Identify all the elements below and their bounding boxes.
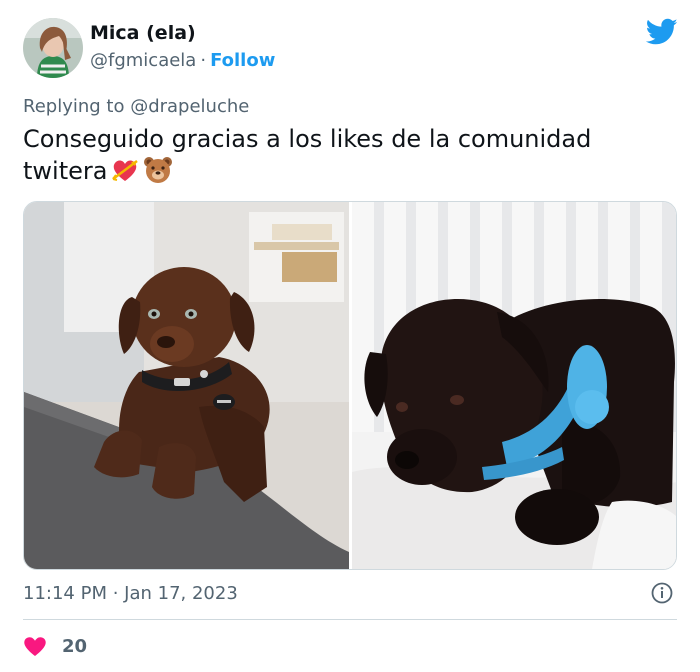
media-grid[interactable] — [23, 201, 677, 570]
info-icon[interactable] — [651, 582, 673, 604]
replying-to[interactable]: Replying to @drapeluche — [23, 96, 249, 117]
author-name[interactable]: Mica (ela) — [90, 22, 196, 44]
separator-dot: · — [200, 50, 207, 71]
twitter-bird-icon[interactable] — [645, 18, 678, 46]
timestamp[interactable]: 11:14 PM · Jan 17, 2023 — [23, 583, 238, 604]
author-handle-row: @fgmicaela · Follow — [90, 50, 275, 71]
heart-icon[interactable] — [23, 635, 47, 657]
heart-arrow-icon — [110, 155, 140, 185]
tweet-text: Conseguido gracias a los likes de la com… — [23, 123, 673, 187]
puppy-photo-right[interactable] — [352, 202, 676, 569]
author-handle[interactable]: @fgmicaela — [90, 50, 196, 71]
like-button[interactable]: 20 — [23, 634, 87, 658]
avatar[interactable] — [23, 18, 83, 78]
follow-button[interactable]: Follow — [210, 50, 275, 71]
tweet-card: Mica (ela) @fgmicaela · Follow Replying to… — [0, 0, 700, 672]
like-count: 20 — [62, 635, 88, 657]
tweet-body: Conseguido gracias a los likes de la com… — [23, 125, 592, 185]
divider — [23, 619, 677, 620]
puppy-photo-left[interactable] — [24, 202, 349, 569]
bear-face-icon — [143, 155, 173, 185]
